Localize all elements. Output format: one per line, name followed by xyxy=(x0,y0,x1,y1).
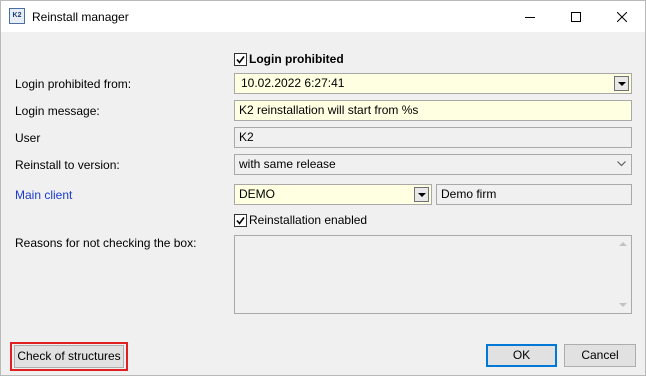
login-prohibited-from-value: 10.02.2022 6:27:41 xyxy=(241,76,345,90)
check-icon xyxy=(236,216,245,225)
reinstallation-enabled-label: Reinstallation enabled xyxy=(249,213,368,227)
login-prohibited-label: Login prohibited xyxy=(249,52,344,66)
checkbox-box[interactable] xyxy=(234,213,247,227)
login-message-input[interactable]: K2 reinstallation will start from %s xyxy=(234,100,632,121)
main-client-description-field: Demo firm xyxy=(436,184,632,205)
datetime-dropdown-button[interactable] xyxy=(614,76,629,91)
user-value: K2 xyxy=(239,130,254,144)
window-title: Reinstall manager xyxy=(32,10,129,24)
minimize-icon xyxy=(525,16,535,18)
check-icon xyxy=(236,55,245,64)
reinstall-manager-window: K2 Reinstall manager Login prohibited Lo… xyxy=(0,0,646,376)
reinstall-to-version-value: with same release xyxy=(239,157,336,171)
main-client-select[interactable]: DEMO xyxy=(234,184,432,205)
reasons-label: Reasons for not checking the box: xyxy=(15,236,197,250)
title-bar[interactable]: K2 Reinstall manager xyxy=(1,1,645,32)
ok-button[interactable]: OK xyxy=(486,344,557,367)
scroll-up-icon[interactable] xyxy=(619,242,627,246)
main-client-dropdown-button[interactable] xyxy=(414,187,429,202)
scroll-down-icon[interactable] xyxy=(619,303,627,307)
user-field: K2 xyxy=(234,127,632,148)
login-prohibited-checkbox[interactable]: Login prohibited xyxy=(234,52,344,66)
maximize-button[interactable] xyxy=(553,1,599,32)
k2-app-icon: K2 xyxy=(9,8,25,24)
maximize-icon xyxy=(571,11,581,22)
main-client-value: DEMO xyxy=(239,187,275,201)
chevron-down-icon xyxy=(617,81,626,86)
close-button[interactable] xyxy=(599,1,645,32)
reinstall-to-version-select[interactable]: with same release xyxy=(234,154,632,175)
main-client-description: Demo firm xyxy=(441,187,497,201)
check-structures-highlight xyxy=(10,342,128,371)
main-client-link[interactable]: Main client xyxy=(15,188,72,202)
close-icon xyxy=(617,11,627,22)
reasons-scrollbar[interactable] xyxy=(615,236,631,313)
login-message-label: Login message: xyxy=(15,104,100,118)
reinstallation-enabled-checkbox[interactable]: Reinstallation enabled xyxy=(234,213,367,227)
cancel-button[interactable]: Cancel xyxy=(564,344,636,367)
minimize-button[interactable] xyxy=(507,1,553,32)
login-message-value: K2 reinstallation will start from %s xyxy=(239,103,419,117)
user-label: User xyxy=(15,131,41,145)
login-prohibited-from-label: Login prohibited from: xyxy=(15,77,132,91)
reasons-textarea[interactable] xyxy=(234,235,632,314)
chevron-down-icon xyxy=(617,161,626,167)
reinstall-to-version-label: Reinstall to version: xyxy=(15,158,120,172)
checkbox-box[interactable] xyxy=(234,52,247,66)
chevron-down-icon xyxy=(417,192,426,197)
login-prohibited-from-field[interactable]: 10.02.2022 6:27:41 xyxy=(234,73,632,94)
